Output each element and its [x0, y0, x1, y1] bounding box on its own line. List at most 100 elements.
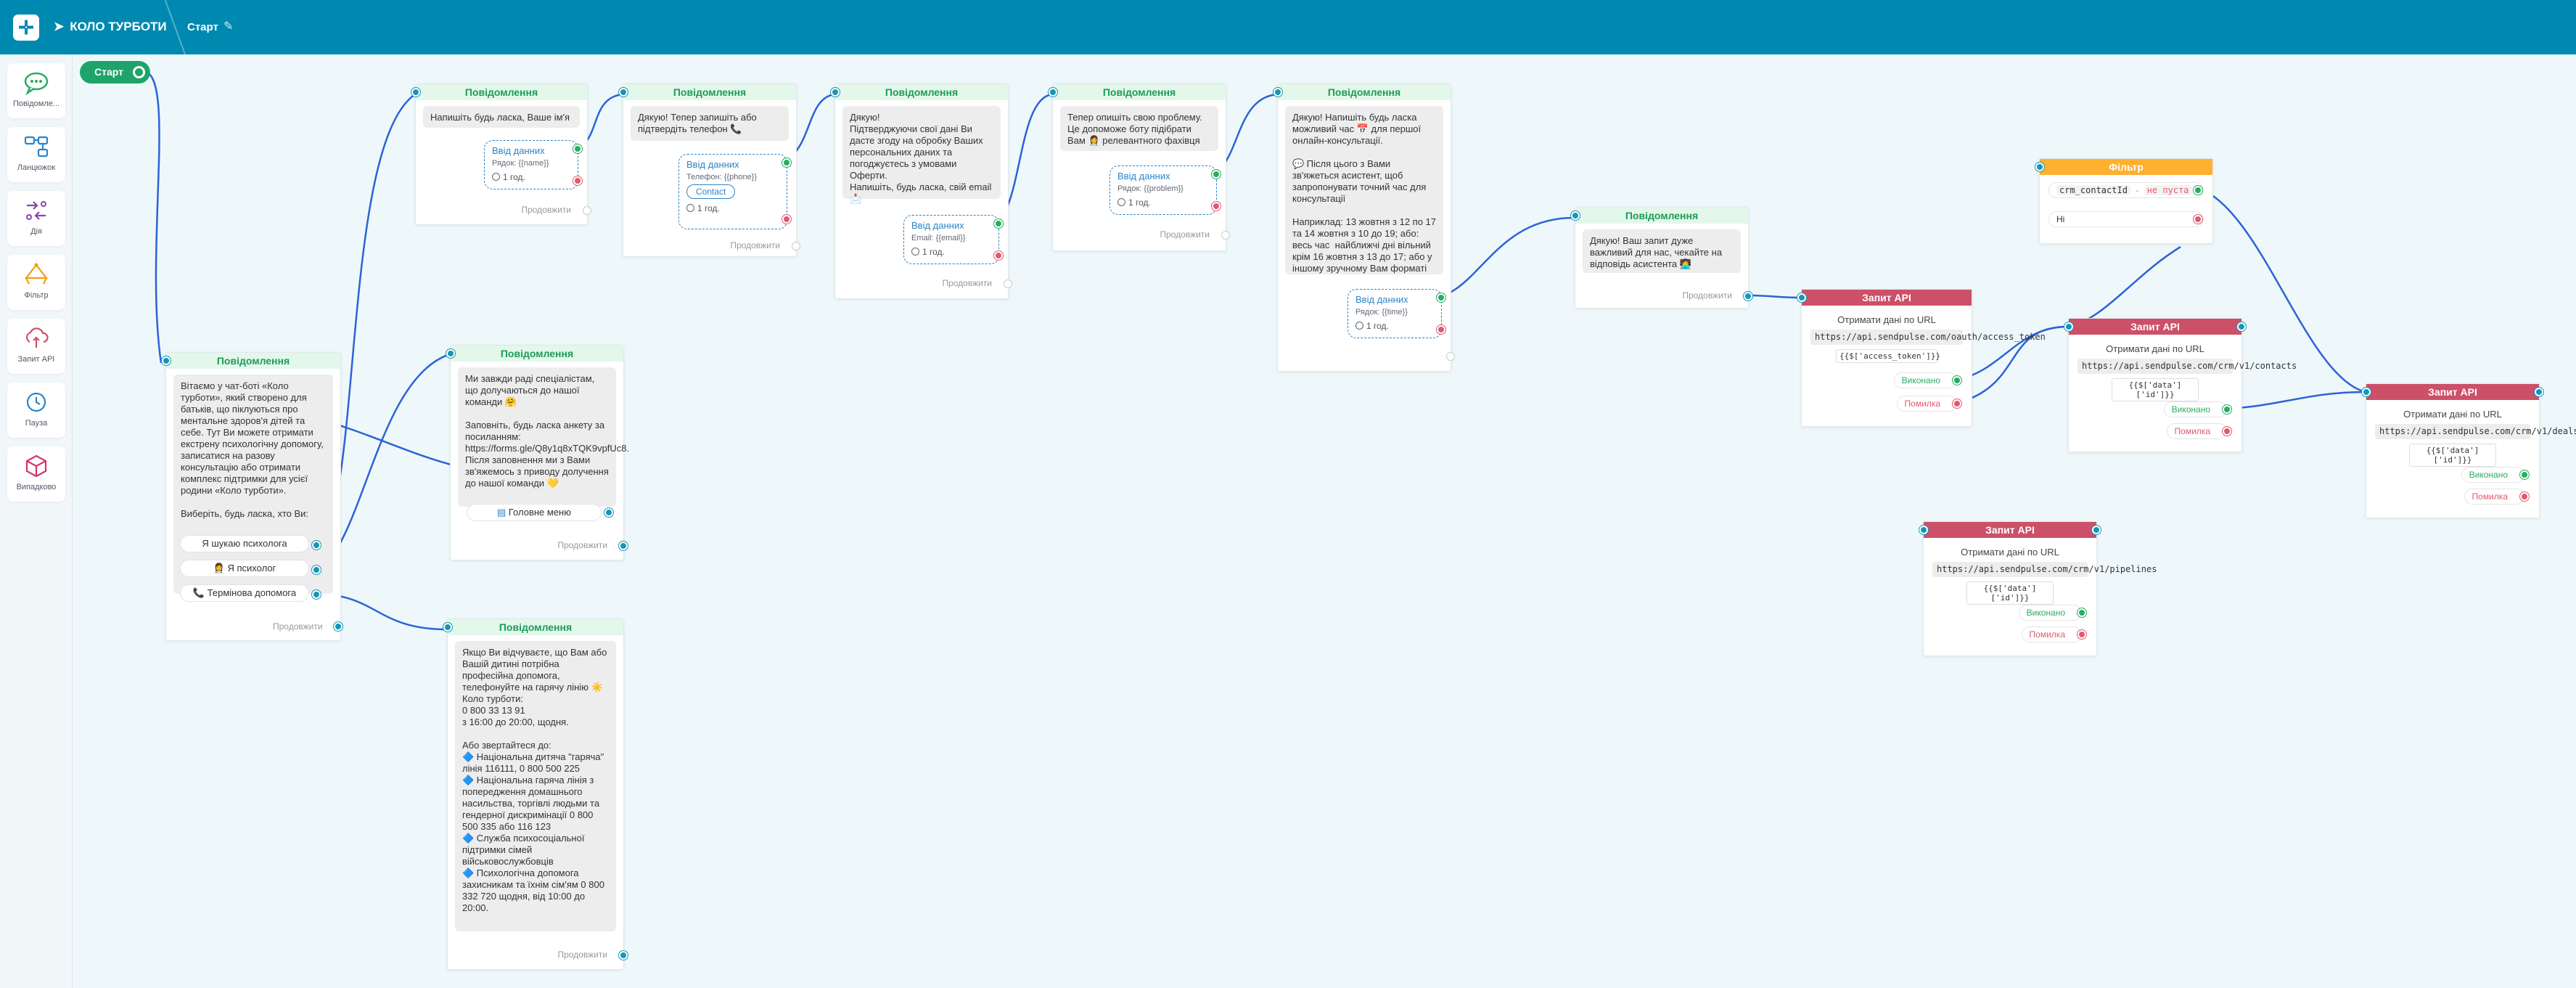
node-title: Запит API — [2366, 384, 2539, 400]
header-port[interactable] — [2092, 526, 2101, 534]
api-node-contacts[interactable]: Запит API Отримати дані по URL https://a… — [2064, 318, 2297, 452]
clock-icon — [492, 173, 500, 181]
timeout-port[interactable] — [573, 176, 582, 185]
filter-value: не пуста — [2144, 185, 2192, 195]
input-port[interactable] — [1273, 88, 1282, 97]
start-output-port[interactable] — [133, 66, 145, 78]
message-text: Тепер опишіть свою проблему. Це допоможе… — [1060, 106, 1218, 151]
api-node-oauth[interactable]: Запит API Отримати дані по URL https://a… — [1797, 289, 2046, 427]
button-i-am-psychologist[interactable]: 👩‍⚕️ Я психолог — [180, 560, 309, 577]
input-output-port[interactable] — [1437, 293, 1445, 302]
input-port[interactable] — [411, 88, 420, 97]
input-port[interactable] — [2035, 163, 2044, 171]
input-output-port[interactable] — [782, 158, 791, 167]
api-node-pipelines[interactable]: Запит API Отримати дані по URL https://a… — [1919, 521, 2157, 656]
input-output-port[interactable] — [573, 144, 582, 153]
input-block-name[interactable]: Ввід данних Рядок: {{name}} 1 год. — [484, 140, 582, 189]
pencil-icon[interactable]: ✎ — [223, 19, 233, 33]
message-node-time[interactable]: Повідомлення Дякую! Напишіть будь ласка … — [1273, 83, 1455, 372]
continue-port[interactable] — [1004, 279, 1012, 288]
input-block-problem[interactable]: Ввід данних Рядок: {{problem}} 1 год. — [1109, 166, 1221, 215]
input-block-phone[interactable]: Ввід данних Телефон: {{phone}} Contact 1… — [678, 154, 791, 229]
input-port[interactable] — [446, 349, 455, 358]
timeout-port[interactable] — [1437, 325, 1445, 334]
button-main-menu[interactable]: ▤ Головне меню — [467, 504, 602, 521]
continue-port[interactable] — [619, 951, 628, 960]
filter-node[interactable]: Фільтр crm_contactId - не пуста Ні — [2035, 158, 2213, 244]
tool-label: Дія — [30, 227, 42, 236]
input-port[interactable] — [1049, 88, 1057, 97]
success-port[interactable] — [2077, 608, 2086, 617]
bot-name[interactable]: ➤ КОЛО ТУРБОТИ — [54, 20, 167, 34]
input-port[interactable] — [162, 356, 171, 365]
continue-port[interactable] — [619, 542, 628, 550]
start-node[interactable]: Старт — [80, 61, 150, 83]
tool-action[interactable]: Дія — [7, 191, 65, 246]
input-output-port[interactable] — [1212, 170, 1221, 179]
filter-no-port[interactable] — [2194, 215, 2202, 224]
output-port-seek[interactable] — [312, 541, 321, 550]
error-output: Помилка — [2021, 626, 2082, 642]
timeout-port[interactable] — [1212, 202, 1221, 211]
input-port[interactable] — [2362, 388, 2371, 396]
error-port[interactable] — [2223, 427, 2231, 436]
api-url: https://api.sendpulse.com/oauth/access_t… — [1810, 330, 2046, 345]
tool-message[interactable]: Повідомле... — [7, 63, 65, 118]
continue-port[interactable] — [1221, 231, 1230, 240]
message-node-problem[interactable]: Повідомлення Тепер опишіть свою проблему… — [1049, 83, 1230, 251]
input-port[interactable] — [1797, 293, 1806, 302]
tool-random[interactable]: Випадково — [7, 446, 65, 502]
contact-button[interactable]: Contact — [686, 184, 736, 199]
header-port[interactable] — [2535, 388, 2543, 396]
tool-filter[interactable]: Фільтр — [7, 255, 65, 310]
error-port[interactable] — [1953, 399, 1961, 408]
input-port[interactable] — [443, 623, 452, 632]
logo-icon[interactable]: ✛ — [13, 15, 39, 41]
message-text: Дякую! Підтверджуючи свої дані Ви дасте … — [842, 106, 1001, 204]
api-node-deals[interactable]: Запит API Отримати дані по URL https://a… — [2362, 383, 2576, 518]
success-port[interactable] — [2223, 405, 2231, 414]
filter-yes-port[interactable] — [2194, 186, 2202, 195]
message-node-name[interactable]: Повідомлення Напишіть будь ласка, Ваше і… — [411, 83, 591, 225]
button-urgent-help[interactable]: 📞 Термінова допомога — [180, 584, 309, 602]
error-port[interactable] — [2520, 492, 2529, 501]
input-block-email[interactable]: Ввід данних Email: {{email}} 1 год. — [903, 215, 1003, 264]
output-port-urgent[interactable] — [312, 590, 321, 599]
button-label: Головне меню — [508, 507, 571, 518]
tool-chain[interactable]: Ланцюжок — [7, 127, 65, 182]
success-port[interactable] — [2520, 470, 2529, 479]
continue-port[interactable] — [792, 242, 800, 250]
input-output-port[interactable] — [994, 219, 1003, 228]
error-port[interactable] — [2077, 630, 2086, 639]
input-timeout: 1 год. — [492, 172, 570, 182]
message-text: Якщо Ви відчуваєте, що Вам або Вашій дит… — [455, 641, 616, 931]
tool-pause[interactable]: Пауза — [7, 383, 65, 438]
input-port[interactable] — [2064, 322, 2073, 331]
message-node-thanks[interactable]: Повідомлення Дякую! Ваш запит дуже важли… — [1571, 207, 1752, 309]
success-port[interactable] — [1953, 376, 1961, 385]
message-node-specialists[interactable]: Повідомлення Ми завжди раді спеціалістам… — [446, 345, 629, 560]
continue-port[interactable] — [583, 206, 591, 215]
message-node-hotline[interactable]: Повідомлення Якщо Ви відчуваєте, що Вам … — [443, 618, 628, 970]
input-port[interactable] — [1571, 211, 1580, 220]
continue-port[interactable] — [1446, 352, 1455, 361]
message-node-email[interactable]: Повідомлення Дякую! Підтверджуючи свої д… — [831, 83, 1012, 299]
timeout-port[interactable] — [994, 251, 1003, 260]
message-text: Дякую! Тепер запишіть або підтвердіть те… — [631, 106, 789, 141]
message-node-phone[interactable]: Повідомлення Дякую! Тепер запишіть або п… — [619, 83, 800, 257]
output-port-psych[interactable] — [312, 566, 321, 574]
input-port[interactable] — [831, 88, 840, 97]
header-port[interactable] — [2237, 322, 2246, 331]
tool-api-request[interactable]: Запит API — [7, 319, 65, 374]
tool-label: Пауза — [25, 419, 48, 428]
timeout-port[interactable] — [782, 215, 791, 224]
button-seek-psychologist[interactable]: Я шукаю психолога — [180, 535, 309, 552]
input-port[interactable] — [1919, 526, 1928, 534]
main-menu-port[interactable] — [604, 508, 613, 517]
input-block-time[interactable]: Ввід данних Рядок: {{time}} 1 год. — [1348, 289, 1445, 338]
continue-port[interactable] — [1744, 292, 1752, 301]
flow-title: Старт — [187, 21, 218, 33]
input-port[interactable] — [619, 88, 628, 97]
continue-port[interactable] — [334, 622, 342, 631]
input-variable: Рядок: {{time}} — [1355, 308, 1408, 317]
